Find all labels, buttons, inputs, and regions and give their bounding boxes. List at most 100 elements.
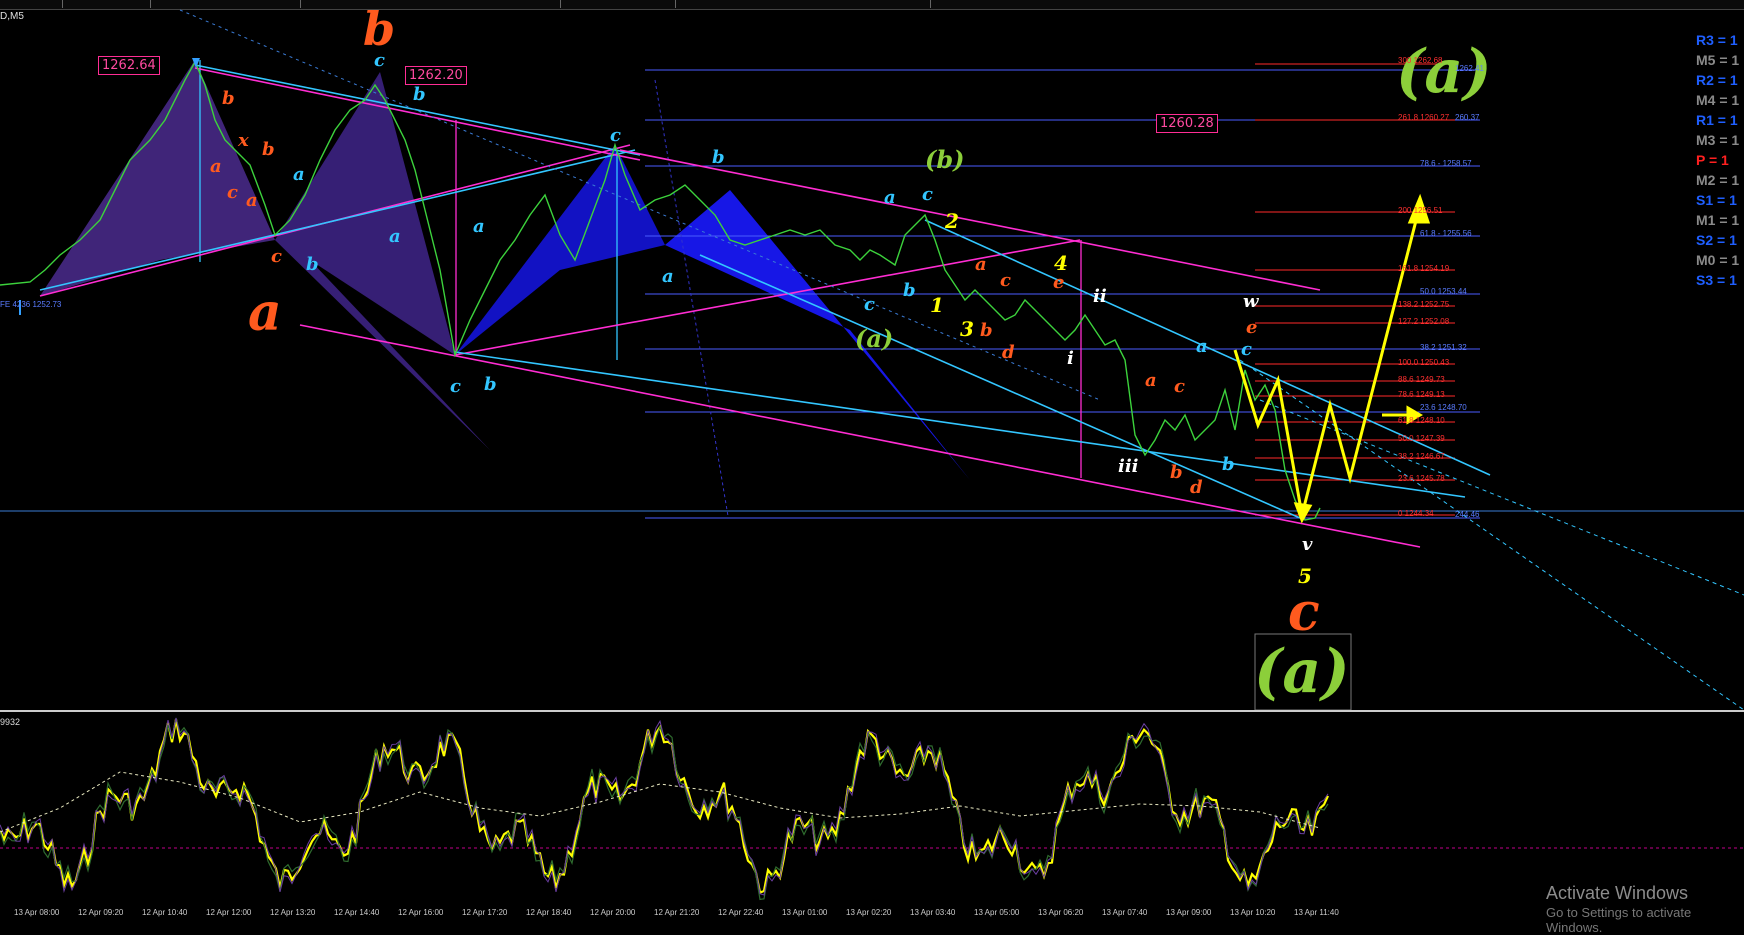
trend-channels (39, 9, 1744, 710)
pivot-level: S1 = 1 (1696, 192, 1737, 208)
svg-text:b: b (306, 254, 319, 275)
svg-text:c: c (1000, 270, 1011, 291)
fib-level-blue: 260.37 (1455, 113, 1480, 122)
svg-text:b: b (1170, 462, 1183, 483)
svg-text:c: c (864, 294, 875, 315)
time-axis-label: 12 Apr 22:40 (718, 908, 764, 917)
svg-text:3: 3 (960, 317, 974, 341)
oscillator-panel[interactable] (0, 712, 1744, 908)
oscillator-line (0, 719, 1329, 895)
trading-chart-window: D,M5 b a c (a) (a) (b) (a) 1 2 3 4 5 i i… (0, 0, 1744, 935)
time-axis-label: 12 Apr 20:00 (590, 908, 636, 917)
fib-level-red: 161.8 1254.19 (1398, 264, 1450, 273)
fib-level-blue: 23.6 1248.70 (1420, 403, 1467, 412)
fib-level-blue: 1262.41 (1455, 64, 1484, 73)
time-axis-label: 12 Apr 14:40 (334, 908, 380, 917)
time-axis-label: 12 Apr 10:40 (142, 908, 188, 917)
fib-level-red: 78.6 1249.13 (1398, 390, 1445, 399)
svg-text:c: c (1174, 376, 1185, 397)
pivot-level: R3 = 1 (1696, 32, 1738, 48)
harmonic-pattern-blue-2 (665, 190, 970, 480)
fib-level-red: 200 1256.51 (1398, 206, 1443, 215)
price-chart[interactable]: b a c (a) (a) (b) (a) 1 2 3 4 5 i ii iii… (0, 0, 1744, 710)
fib-lines-blue (645, 69, 1480, 519)
pivot-level: M4 = 1 (1696, 92, 1740, 108)
svg-text:b: b (262, 139, 275, 160)
svg-text:b: b (712, 147, 725, 168)
time-axis-label: 12 Apr 16:00 (398, 908, 444, 917)
svg-text:w: w (1243, 291, 1260, 312)
svg-text:a: a (1145, 370, 1157, 391)
svg-text:i: i (1067, 348, 1074, 369)
svg-text:v: v (1302, 534, 1313, 555)
svg-text:b: b (903, 280, 916, 301)
time-axis-label: 13 Apr 11:40 (1294, 908, 1339, 917)
harmonic-pattern-purple-1 (40, 60, 275, 296)
pivot-level: S2 = 1 (1696, 232, 1737, 248)
activate-windows-watermark: Activate Windows (1546, 883, 1689, 903)
price-box-high-left: 1262.64 (98, 56, 160, 75)
svg-text:5: 5 (1298, 564, 1312, 588)
svg-text:1: 1 (930, 293, 944, 317)
svg-text:c: c (227, 182, 238, 203)
wave-label-circ-a-bottom: (a) (1254, 637, 1350, 707)
svg-text:b: b (222, 88, 235, 109)
fib-level-blue: 50.0 1253.44 (1420, 287, 1467, 296)
time-axis-label: 12 Apr 21:20 (654, 908, 700, 917)
pivot-level: R1 = 1 (1696, 112, 1738, 128)
time-axis-label: 12 Apr 18:40 (526, 908, 572, 917)
fib-level-red: 50.0 1247.39 (1398, 434, 1445, 443)
svg-text:d: d (1190, 477, 1203, 498)
svg-text:a: a (389, 226, 401, 247)
pivot-level: M3 = 1 (1696, 132, 1740, 148)
time-axis-label: 13 Apr 08:00 (14, 908, 60, 917)
wave-label-a-big: a (248, 282, 282, 343)
svg-text:b: b (1222, 454, 1235, 475)
fib-level-red: 61.8 1248.10 (1398, 416, 1445, 425)
fib-level-red: 100.0 1250.43 (1398, 358, 1450, 367)
fib-level-red: 127.2 1252.08 (1398, 317, 1450, 326)
wave-label-b-big: b (363, 2, 395, 56)
svg-text:e: e (1246, 317, 1257, 338)
fib-level-blue: 244.46 (1455, 510, 1480, 519)
price-box-target: 1260.28 (1156, 114, 1218, 133)
svg-text:x: x (237, 130, 249, 151)
svg-text:e: e (1053, 272, 1064, 293)
time-axis-label: 13 Apr 06:20 (1038, 908, 1084, 917)
pivot-level: S3 = 1 (1696, 272, 1737, 288)
wave-label-circ-b: (b) (925, 145, 965, 174)
harmonic-pattern-blue-1 (455, 145, 665, 355)
pivot-level: M2 = 1 (1696, 172, 1740, 188)
wave-label-sub-a: (a) (855, 324, 893, 353)
svg-text:a: a (662, 266, 674, 287)
time-axis-label: 13 Apr 01:00 (782, 908, 828, 917)
time-axis-label: 13 Apr 02:20 (846, 908, 892, 917)
oscillator-signal-line (0, 717, 1329, 901)
fib-level-red: 88.6 1249.73 (1398, 375, 1445, 384)
oscillator-signal-line-2 (0, 717, 1329, 896)
svg-text:a: a (473, 216, 485, 237)
svg-text:a: a (210, 156, 222, 177)
time-axis-label: 13 Apr 03:40 (910, 908, 956, 917)
svg-text:c: c (374, 50, 385, 71)
pivot-levels: R3 = 1 M5 = 1 R2 = 1 M4 = 1 R1 = 1 M3 = 1 P = … (1696, 30, 1744, 290)
time-axis-label: 13 Apr 07:40 (1102, 908, 1148, 917)
time-axis-label: 12 Apr 12:00 (206, 908, 252, 917)
time-axis-label: 12 Apr 13:20 (270, 908, 316, 917)
svg-text:ii: ii (1093, 286, 1107, 307)
time-axis-label: 12 Apr 09:20 (78, 908, 124, 917)
fib-level-blue: 38.2 1251.32 (1420, 343, 1467, 352)
svg-text:a: a (293, 164, 305, 185)
svg-text:a: a (1196, 336, 1208, 357)
time-axis-label: 13 Apr 10:20 (1230, 908, 1276, 917)
pivot-level: R2 = 1 (1696, 72, 1738, 88)
svg-text:a: a (884, 187, 896, 208)
fib-level-red: 38.2 1246.67 (1398, 452, 1445, 461)
svg-text:c: c (271, 246, 282, 267)
svg-text:c: c (1241, 339, 1252, 360)
time-axis-label: 13 Apr 09:00 (1166, 908, 1212, 917)
fib-level-blue: 61.8 - 1255.56 (1420, 229, 1472, 238)
pivot-level: P = 1 (1696, 152, 1729, 168)
pivot-level: M1 = 1 (1696, 212, 1740, 228)
svg-text:c: c (450, 376, 461, 397)
